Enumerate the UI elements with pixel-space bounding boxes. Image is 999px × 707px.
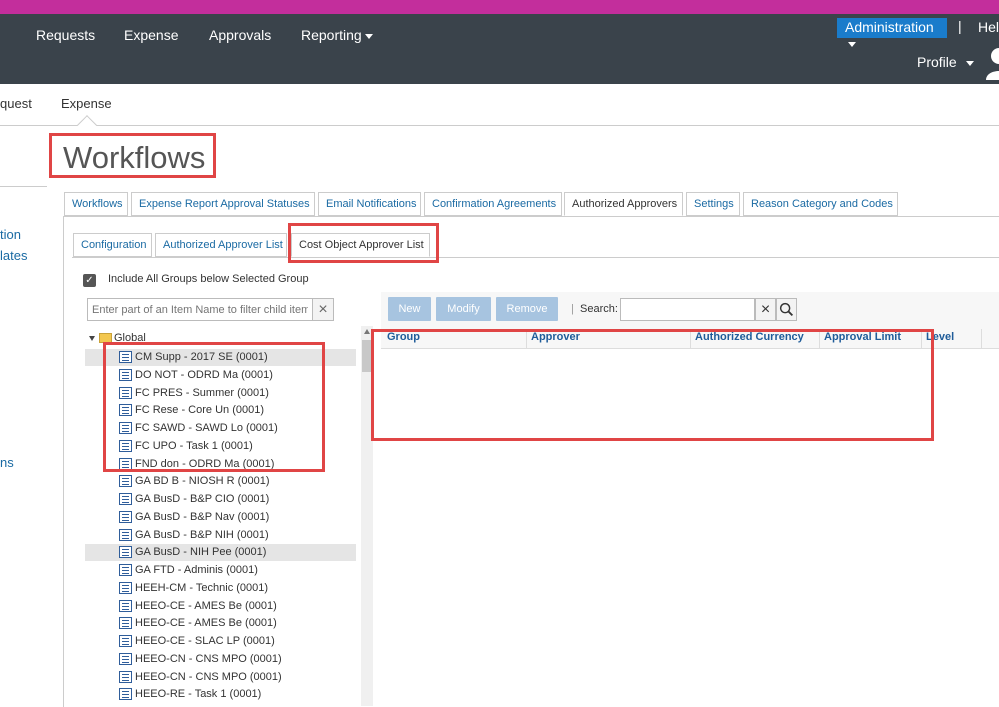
tree-item[interactable]: GA BD B - NIOSH R (0001) (85, 473, 356, 490)
column-divider[interactable] (981, 329, 982, 349)
list-item-icon (119, 688, 132, 700)
list-item-icon (119, 493, 132, 505)
tree-item[interactable]: HEEH-CM - Technic (0001) (85, 580, 356, 597)
profile-menu[interactable]: Profile (917, 54, 974, 70)
search-input[interactable] (620, 298, 755, 321)
tree-item[interactable]: GA BusD - B&P Nav (0001) (85, 509, 356, 526)
brand-strip (0, 0, 999, 14)
nav-expense[interactable]: Expense (124, 27, 178, 43)
subtab-authorized-approver-list[interactable]: Authorized Approver List (155, 233, 287, 257)
remove-button[interactable]: Remove (496, 297, 558, 321)
subtab-configuration[interactable]: Configuration (73, 233, 152, 257)
search-icon[interactable] (776, 298, 797, 321)
tab-reason-category-and-codes[interactable]: Reason Category and Codes (743, 192, 898, 216)
highlight-box-title (49, 133, 216, 178)
profile-label: Profile (917, 54, 957, 70)
list-item-icon (119, 635, 132, 647)
list-item-icon (119, 511, 132, 523)
toolbar-separator: | (571, 303, 574, 315)
nav-separator: | (958, 18, 962, 34)
administration-menu-button[interactable]: Administration (837, 18, 947, 47)
tree-filter-input[interactable] (87, 298, 313, 321)
subnav-requests[interactable]: quest (0, 96, 32, 111)
nav-reporting[interactable]: Reporting (301, 27, 373, 43)
administration-label: Administration (845, 19, 934, 35)
search-clear-icon[interactable]: × (755, 298, 776, 321)
new-button[interactable]: New (388, 297, 431, 321)
left-menu-item[interactable]: ns (0, 455, 14, 470)
content-border (63, 217, 64, 707)
nav-requests[interactable]: Requests (36, 27, 95, 43)
tab-expense-report-approval-statuses[interactable]: Expense Report Approval Statuses (131, 192, 315, 216)
tree-item[interactable]: HEEO-CN - CNS MPO (0001) (85, 669, 356, 686)
tree-item[interactable]: HEEO-CE - SLAC LP (0001) (85, 633, 356, 650)
nav-approvals[interactable]: Approvals (209, 27, 271, 43)
search-label: Search: (580, 303, 618, 315)
scroll-up-arrow-icon[interactable] (364, 329, 370, 334)
list-item-icon (119, 564, 132, 576)
tree-item[interactable]: HEEO-RE - Task 1 (0001) (85, 686, 356, 703)
list-item-icon (119, 653, 132, 665)
highlight-box-subtab (288, 223, 439, 263)
tab-bar-line (63, 216, 999, 217)
chevron-down-icon (965, 60, 974, 66)
tree-item[interactable]: HEEO-CN - CNS MPO (0001) (85, 651, 356, 668)
list-item-icon (119, 671, 132, 683)
tree-item[interactable]: GA FTD - Adminis (0001) (85, 562, 356, 579)
list-item-icon (119, 582, 132, 594)
help-menu[interactable]: Hel (978, 19, 999, 35)
list-item-icon (119, 600, 132, 612)
include-groups-label: Include All Groups below Selected Group (108, 273, 309, 285)
nav-reporting-label: Reporting (301, 27, 362, 43)
list-item-icon (119, 546, 132, 558)
chevron-down-icon (848, 41, 856, 47)
subnav-expense[interactable]: Expense (61, 96, 112, 111)
tree-item[interactable]: GA BusD - B&P CIO (0001) (85, 491, 356, 508)
sub-nav-bar (0, 84, 999, 126)
tab-authorized-approvers[interactable]: Authorized Approvers (564, 192, 683, 216)
left-menu-item[interactable]: lates (0, 248, 27, 263)
tab-settings[interactable]: Settings (686, 192, 740, 216)
tab-email-notifications[interactable]: Email Notifications (318, 192, 421, 216)
tree-item[interactable]: GA BusD - NIH Pee (0001) (85, 544, 356, 561)
tree-item[interactable]: GA BusD - B&P NIH (0001) (85, 527, 356, 544)
list-item-icon (119, 475, 132, 487)
user-avatar-icon[interactable] (984, 46, 999, 80)
tab-confirmation-agreements[interactable]: Confirmation Agreements (424, 192, 562, 216)
modify-button[interactable]: Modify (436, 297, 491, 321)
list-item-icon (119, 617, 132, 629)
list-item-icon (119, 529, 132, 541)
subtab-bar-line (72, 257, 999, 258)
chevron-down-icon (364, 33, 373, 39)
left-menu-item[interactable]: tion (0, 227, 21, 242)
filter-clear-icon[interactable]: × (312, 298, 334, 321)
highlight-box-tree (103, 342, 325, 472)
left-divider (0, 186, 47, 187)
include-groups-checkbox[interactable]: ✓ (83, 274, 96, 287)
tree-item[interactable]: HEEO-CE - AMES Be (0001) (85, 615, 356, 632)
tree-item[interactable]: HEEO-CE - AMES Be (0001) (85, 598, 356, 615)
highlight-box-grid (371, 329, 934, 441)
tab-workflows[interactable]: Workflows (64, 192, 128, 216)
